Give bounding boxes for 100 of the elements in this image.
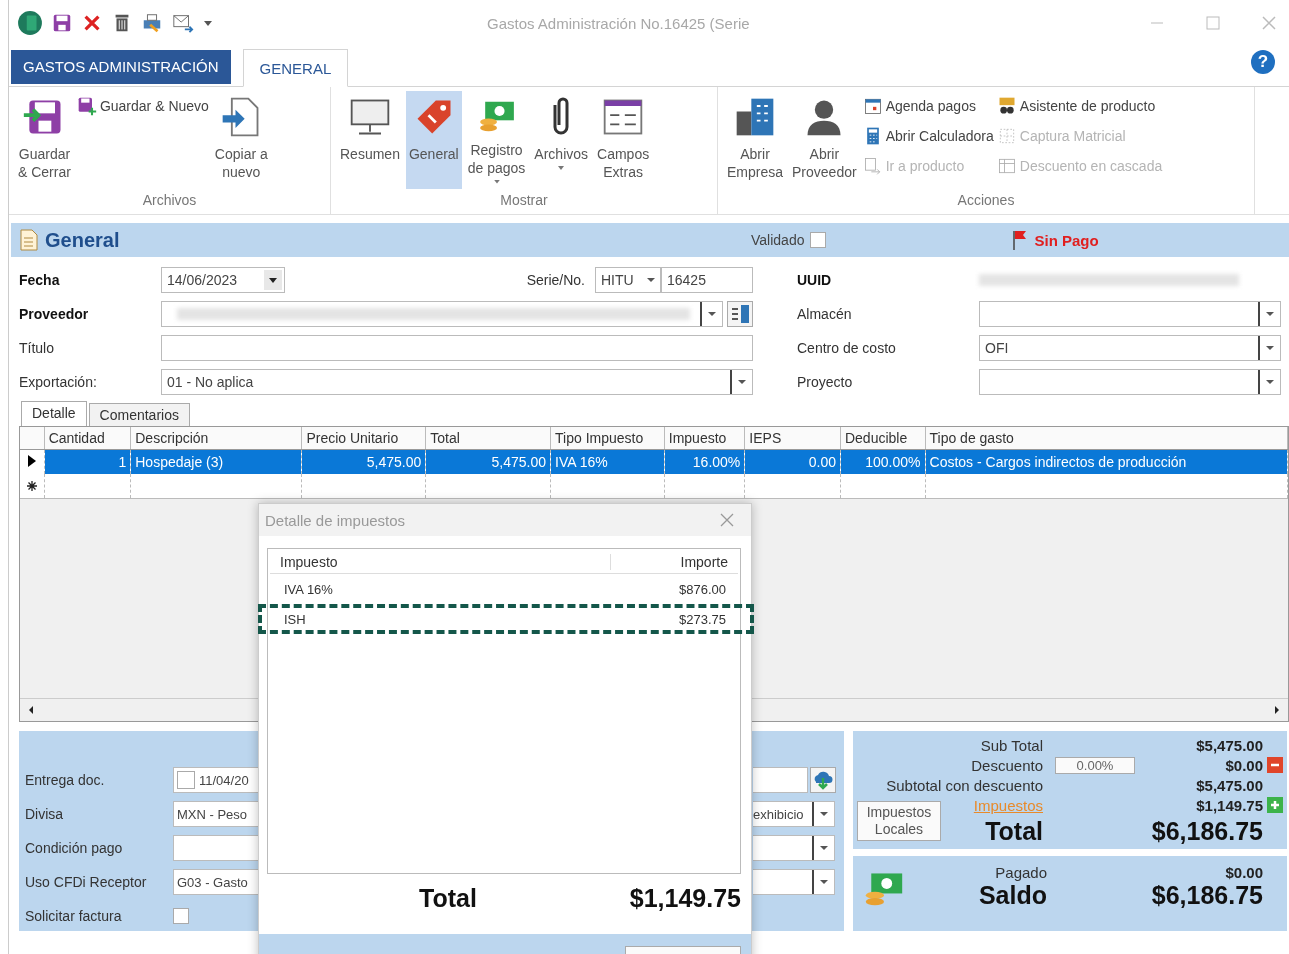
total-label: Sub Total	[979, 736, 1043, 754]
scroll-right-icon[interactable]	[1272, 704, 1282, 716]
caret-icon	[819, 810, 829, 818]
caret-icon	[646, 276, 656, 284]
field-label: Serie/No.	[526, 272, 585, 288]
column-header[interactable]: Tipo de gasto	[925, 427, 1288, 450]
dropdown-field[interactable]: G03 - Gasto	[173, 869, 259, 895]
dropdown-icon[interactable]	[203, 18, 213, 28]
column-header[interactable]: Tipo Impuesto	[550, 427, 665, 450]
group-label: Acciones	[956, 192, 1016, 210]
dropdown-field[interactable]: OFI	[979, 335, 1281, 361]
dropdown-field[interactable]: 01 - No aplica	[161, 369, 753, 395]
caret-icon	[557, 165, 566, 171]
ribbon-button[interactable]: General	[405, 91, 462, 189]
detail-tab[interactable]: Detalle	[21, 401, 87, 426]
row-pointer-icon	[26, 453, 37, 468]
ribbon-tab[interactable]: GENERAL	[242, 49, 349, 87]
field-label: Fecha	[19, 272, 61, 288]
ribbon-button[interactable]: Guardar & Nuevo	[76, 93, 209, 119]
ribbon-button[interactable]: Copiar a nuevo	[211, 91, 271, 189]
mail-icon[interactable]	[171, 12, 195, 34]
caret-icon	[492, 179, 501, 185]
text-field[interactable]	[753, 767, 808, 793]
field-label: Entrega doc.	[25, 772, 106, 788]
ribbon-button[interactable]: Abrir Calculadora	[862, 123, 994, 149]
maximize-icon[interactable]	[1205, 15, 1221, 31]
field-label: Proveedor	[19, 306, 90, 322]
section-title: General	[45, 228, 121, 252]
ribbon-button[interactable]: Abrir Empresa	[724, 91, 787, 189]
detail-tab[interactable]: Comentarios	[88, 403, 190, 426]
text-field[interactable]	[173, 835, 259, 861]
ribbon-button[interactable]: Archivos	[531, 91, 592, 189]
ribbon-button[interactable]: Registro de pagos	[464, 91, 529, 189]
dropdown-field[interactable]: MXN - Peso	[173, 801, 259, 827]
column-header[interactable]: Deducible	[840, 427, 925, 450]
table-cell: 100.00%	[840, 449, 925, 474]
plus-icon[interactable]	[1267, 797, 1283, 813]
validated-label: Validado	[751, 232, 805, 248]
paid-label: Pagado	[994, 864, 1047, 881]
text-field[interactable]	[161, 335, 753, 361]
save-icon[interactable]	[51, 12, 73, 34]
validated-checkbox[interactable]	[810, 232, 827, 248]
field-label: Centro de costo	[797, 340, 897, 356]
minus-icon[interactable]	[1267, 757, 1283, 773]
app-logo-icon[interactable]	[17, 10, 43, 36]
date-field[interactable]: 14/06/2023	[161, 267, 285, 293]
ribbon-tab[interactable]: GASTOS ADMINISTRACIÓN	[11, 50, 231, 84]
checkbox[interactable]	[177, 771, 195, 789]
caret-icon	[819, 878, 829, 886]
balance-value: $6,186.75	[1150, 881, 1263, 910]
printer-icon[interactable]	[141, 12, 163, 34]
list-icon[interactable]	[727, 301, 753, 327]
ribbon-button[interactable]: Abrir Proveedor	[789, 91, 860, 189]
table-cell: 16.00%	[664, 449, 745, 474]
column-header[interactable]: Impuesto	[270, 554, 611, 570]
balance-label: Saldo	[977, 881, 1047, 910]
ribbon-button[interactable]: Guardar & Cerrar	[15, 91, 74, 189]
ribbon-button[interactable]: Campos Extras	[594, 91, 653, 189]
tax-name: IVA 16%	[284, 581, 333, 597]
caret-icon	[819, 844, 829, 852]
tax-name: ISH	[284, 611, 306, 627]
tax-amount: $876.00	[679, 581, 726, 597]
dropdown-field[interactable]	[979, 301, 1281, 327]
table-icon	[996, 156, 1017, 176]
total-value: $6,186.75	[1150, 816, 1263, 846]
table-cell: Hospedaje (3)	[130, 449, 302, 474]
column-header[interactable]: Precio Unitario	[301, 427, 426, 450]
field-label: Uso CFDi Receptor	[25, 874, 148, 890]
checkbox[interactable]	[173, 908, 189, 924]
cloud-download-icon[interactable]	[810, 767, 836, 793]
flag-icon	[1012, 230, 1029, 250]
discount-field[interactable]: 0.00%	[1055, 756, 1135, 774]
ribbon-button[interactable]: Agenda pagos	[862, 93, 994, 119]
dialog-title: Detalle de impuestos	[265, 511, 406, 529]
column-header[interactable]: Impuesto	[664, 427, 745, 450]
dropdown-field[interactable]: exhibicio	[753, 801, 835, 827]
total-value: $1,149.75	[629, 884, 741, 914]
table-cell: 0.00	[744, 449, 841, 474]
ribbon-button[interactable]: Resumen	[337, 91, 403, 189]
floppy-disk-icon	[76, 96, 97, 116]
column-header[interactable]: Descripción	[130, 427, 302, 450]
date-field[interactable]: 11/04/20	[173, 767, 259, 793]
column-header[interactable]: Importe	[611, 554, 738, 570]
total-label: Descuento	[970, 756, 1043, 774]
local-taxes-button[interactable]: Impuestos Locales	[857, 801, 941, 841]
series-dropdown[interactable]: HITU	[595, 267, 661, 293]
dropdown-field[interactable]	[979, 369, 1281, 395]
close-icon[interactable]	[719, 512, 735, 528]
total-value: $1,149.75	[1195, 796, 1263, 814]
column-header[interactable]: Cantidad	[44, 427, 131, 450]
ribbon-button[interactable]: Asistente de producto	[996, 93, 1163, 119]
window-title: Gastos Administración No.16425 (Serie	[487, 14, 751, 32]
column-header[interactable]: IEPS	[744, 427, 841, 450]
number-field[interactable]: 16425	[661, 267, 753, 293]
help-button[interactable]: ?	[1251, 50, 1275, 74]
dropdown-field[interactable]	[753, 835, 835, 861]
table-cell: 5,475.00	[301, 449, 426, 474]
dropdown-field[interactable]	[753, 869, 835, 895]
column-header[interactable]: Total	[425, 427, 551, 450]
field-label: Almacén	[797, 306, 853, 322]
